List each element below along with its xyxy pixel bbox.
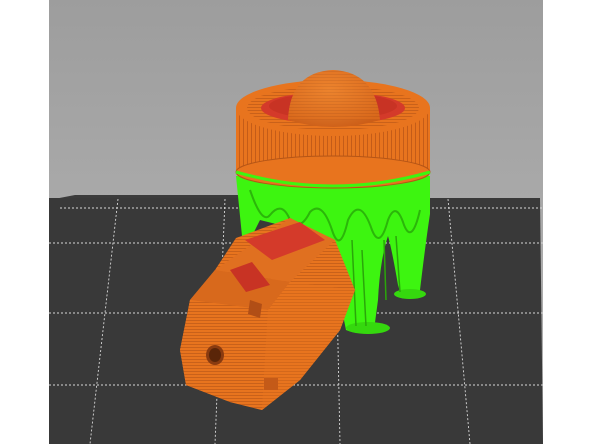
slicer-scene[interactable] [0,0,592,444]
3d-preview-viewport[interactable] [0,0,592,444]
left-margin [0,0,49,444]
cylindrical-cap [235,70,431,189]
right-margin [543,0,592,444]
